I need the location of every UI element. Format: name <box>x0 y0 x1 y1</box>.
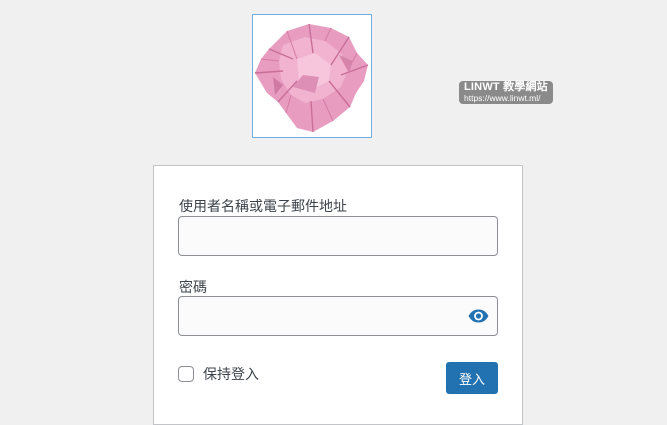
site-logo[interactable] <box>252 14 372 138</box>
watermark-title: LINWT 教學網站 <box>464 81 548 93</box>
username-label: 使用者名稱或電子郵件地址 <box>179 198 347 214</box>
remember-me[interactable]: 保持登入 <box>178 364 259 384</box>
username-input[interactable] <box>178 216 498 256</box>
login-button[interactable]: 登入 <box>446 362 498 394</box>
crumpled-paper-image <box>254 23 369 133</box>
eye-icon <box>468 309 488 323</box>
watermark-badge: LINWT 教學網站 https://www.linwt.ml/ <box>459 81 553 105</box>
watermark-url: https://www.linwt.ml/ <box>464 92 541 103</box>
password-input[interactable] <box>178 296 498 336</box>
show-password-button[interactable] <box>467 306 489 326</box>
login-form: 使用者名稱或電子郵件地址 密碼 保持登入 登入 <box>153 165 523 425</box>
remember-me-label[interactable]: 保持登入 <box>203 364 259 384</box>
password-label: 密碼 <box>179 279 207 295</box>
remember-me-checkbox[interactable] <box>178 366 194 382</box>
